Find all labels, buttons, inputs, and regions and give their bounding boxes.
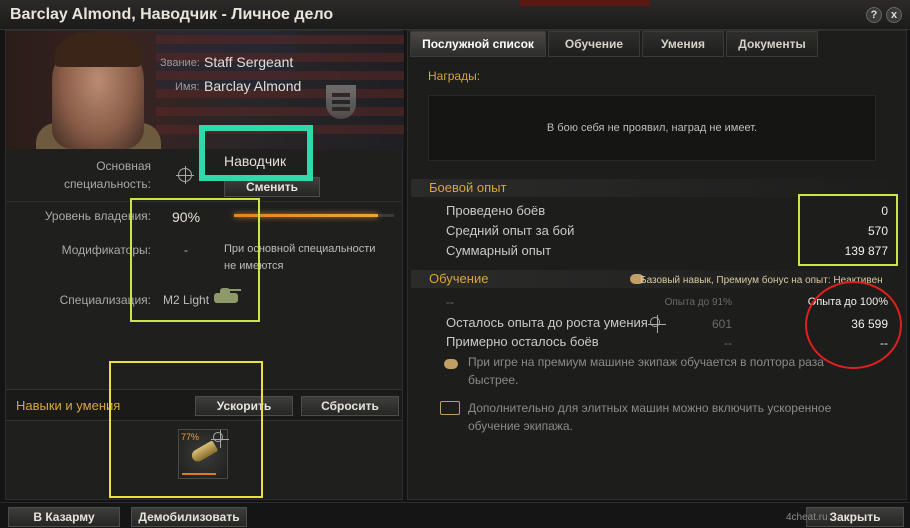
tab-training[interactable]: Обучение — [548, 31, 640, 57]
skills-title: Навыки и умения — [16, 398, 121, 413]
battles-label: Проведено боёв — [446, 203, 546, 218]
avg-xp-label: Средний опыт за бой — [446, 223, 575, 238]
awards-box: В бою себя не проявил, наград не имеет. — [428, 95, 876, 161]
highlight-box-yellow — [109, 361, 263, 498]
titlebar-background-art — [520, 0, 650, 6]
tab-service-record[interactable]: Послужной список — [410, 31, 546, 57]
help-icon[interactable]: ? — [866, 7, 882, 23]
records-panel: Послужной список Обучение Умения Докумен… — [407, 30, 907, 500]
reset-button[interactable]: Сбросить — [301, 396, 399, 416]
elite-note: Дополнительно для элитных машин можно вк… — [468, 401, 832, 415]
window-title: Barclay Almond, Наводчик - Личное дело — [10, 6, 334, 23]
training-row1-label: -- — [446, 295, 454, 309]
window-titlebar: Barclay Almond, Наводчик - Личное дело ?… — [0, 0, 910, 30]
premium-note-2: быстрее. — [468, 373, 519, 387]
awards-title: Награды: — [428, 69, 481, 83]
name-label: Имя: — [175, 81, 200, 93]
awards-empty-text: В бою себя не проявил, наград не имеет. — [546, 122, 758, 134]
xp-to-91-value: 601 — [711, 317, 732, 331]
xp-to-91-label: Опыта до 91% — [664, 297, 732, 308]
footer-bar: В Казарму Демобилизовать Закрыть — [0, 502, 910, 528]
premium-vehicle-icon — [444, 359, 458, 369]
watermark: 4cheat.ru — [786, 512, 828, 523]
flag-stripe — [156, 107, 404, 116]
rank-insignia-icon — [326, 85, 356, 119]
premium-note: При игре на премиум машине экипаж обучае… — [468, 355, 824, 369]
accelerated-training-checkbox-icon[interactable] — [440, 401, 460, 415]
elite-note-2: обучение экипажа. — [468, 419, 573, 433]
crew-member-panel: Звание: Staff Sergeant Имя: Barclay Almo… — [5, 30, 404, 500]
demobilize-button[interactable]: Демобилизовать — [131, 507, 247, 527]
tab-documents[interactable]: Документы — [726, 31, 818, 57]
highlight-box-green — [199, 125, 313, 181]
primary-spec-label-2: специальность: — [63, 177, 151, 191]
primary-spec-label: Основная — [96, 159, 151, 173]
tab-skills[interactable]: Умения — [642, 31, 724, 57]
portrait-hair — [54, 33, 142, 67]
battles-left-91: -- — [724, 336, 732, 350]
flag-stripe — [156, 35, 404, 44]
xp-to-skill-label: Осталось опыта до роста умения — [446, 315, 648, 330]
crosshair-icon — [176, 166, 194, 184]
rank-value: Staff Sergeant — [204, 54, 294, 70]
highlight-box-yellow-green — [798, 194, 898, 266]
barracks-button[interactable]: В Казарму — [8, 507, 120, 527]
total-xp-label: Суммарный опыт — [446, 243, 552, 258]
rank-label: Звание: — [160, 57, 200, 69]
highlight-box-yellow-green — [130, 198, 260, 322]
close-icon[interactable]: x — [886, 7, 902, 23]
highlight-circle-red — [805, 281, 902, 369]
name-value: Barclay Almond — [204, 78, 302, 94]
battles-left-label: Примерно осталось боёв — [446, 334, 599, 349]
